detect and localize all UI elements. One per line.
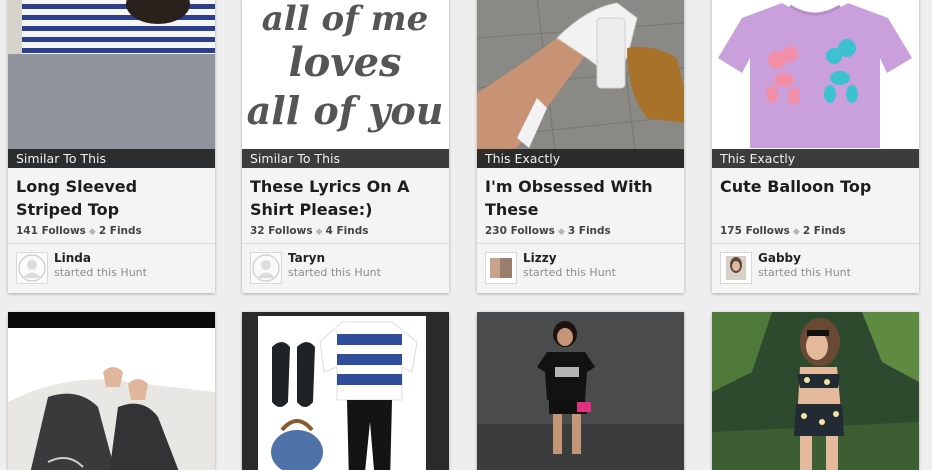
- hunt-image[interactable]: This Exactly: [477, 0, 684, 168]
- author-action: started this Hunt: [523, 266, 616, 279]
- user-photo: [486, 253, 516, 283]
- hunt-author: Linda started this Hunt: [8, 244, 215, 293]
- follows-count: 32 Follows: [250, 225, 313, 237]
- match-type-tag: Similar To This: [242, 149, 449, 168]
- finds-count: 2 Finds: [98, 225, 142, 237]
- hunt-image[interactable]: [242, 312, 449, 470]
- hunt-image[interactable]: [477, 312, 684, 470]
- hunt-author: Gabby started this Hunt: [712, 244, 919, 293]
- sweatpants-photo: [8, 312, 215, 470]
- finds-count: 2 Finds: [802, 225, 846, 237]
- hunt-grid: Similar To This Long Sleeved Striped Top…: [0, 0, 932, 470]
- avatar[interactable]: [720, 252, 752, 284]
- hunt-card[interactable]: This Exactly Cute Balloon Top 175 Follow…: [712, 0, 919, 293]
- wrestler-photo: [477, 312, 684, 470]
- avatar[interactable]: [16, 252, 48, 284]
- hunt-title[interactable]: Long Sleeved Striped Top: [8, 168, 215, 221]
- author-name[interactable]: Gabby: [758, 251, 801, 265]
- follows-count: 175 Follows: [720, 225, 790, 237]
- follows-count: 230 Follows: [485, 225, 555, 237]
- author-name[interactable]: Linda: [54, 251, 91, 265]
- hunt-image[interactable]: [8, 312, 215, 470]
- hunt-stats: 32 Follows ◆ 4 Finds: [242, 221, 449, 241]
- hunt-image[interactable]: [712, 312, 919, 470]
- hunt-card[interactable]: This Exactly I'm Obsessed With These 230…: [477, 0, 684, 293]
- hunt-image[interactable]: This Exactly: [712, 0, 919, 168]
- hunt-author: Lizzy started this Hunt: [477, 244, 684, 293]
- avatar[interactable]: [485, 252, 517, 284]
- author-action: started this Hunt: [288, 266, 381, 279]
- platform-shoes-photo: [477, 0, 684, 168]
- swimsuit-photo: [712, 312, 919, 470]
- hunt-stats: 141 Follows ◆ 2 Finds: [8, 221, 215, 241]
- hunt-image[interactable]: all of me loves all of you Similar To Th…: [242, 0, 449, 168]
- hunt-title[interactable]: These Lyrics On A Shirt Please:): [242, 168, 449, 221]
- hunt-title[interactable]: I'm Obsessed With These: [477, 168, 684, 221]
- match-type-tag: Similar To This: [8, 149, 215, 168]
- lyrics-shirt-photo: all of me loves all of you: [242, 0, 449, 168]
- follows-count: 141 Follows: [16, 225, 86, 237]
- separator-icon: ◆: [88, 227, 96, 237]
- author-action: started this Hunt: [758, 266, 851, 279]
- hunt-card[interactable]: [712, 312, 919, 470]
- finds-count: 4 Finds: [325, 225, 369, 237]
- hunt-author: Taryn started this Hunt: [242, 244, 449, 293]
- striped-top-photo: [8, 0, 215, 168]
- lyrics-line-3: all of you: [247, 88, 444, 133]
- finds-count: 3 Finds: [567, 225, 611, 237]
- match-type-tag: This Exactly: [712, 149, 919, 168]
- lyrics-line-1: all of me: [262, 0, 428, 39]
- hunt-card[interactable]: Similar To This Long Sleeved Striped Top…: [8, 0, 215, 293]
- author-action: started this Hunt: [54, 266, 147, 279]
- outfit-collage-photo: [242, 312, 449, 470]
- default-user-icon: [17, 253, 47, 283]
- author-name[interactable]: Taryn: [288, 251, 325, 265]
- hunt-card[interactable]: [242, 312, 449, 470]
- hunt-card[interactable]: all of me loves all of you Similar To Th…: [242, 0, 449, 293]
- hunt-card[interactable]: [8, 312, 215, 470]
- separator-icon: ◆: [792, 227, 800, 237]
- hunt-title[interactable]: Cute Balloon Top: [712, 168, 919, 221]
- hunt-stats: 175 Follows ◆ 2 Finds: [712, 221, 919, 241]
- default-user-icon: [251, 253, 281, 283]
- match-type-tag: This Exactly: [477, 149, 684, 168]
- hunt-stats: 230 Follows ◆ 3 Finds: [477, 221, 684, 241]
- avatar[interactable]: [250, 252, 282, 284]
- balloon-top-photo: [712, 0, 919, 168]
- separator-icon: ◆: [557, 227, 565, 237]
- lyrics-line-2: loves: [288, 39, 401, 86]
- author-name[interactable]: Lizzy: [523, 251, 557, 265]
- hunt-card[interactable]: [477, 312, 684, 470]
- hunt-image[interactable]: Similar To This: [8, 0, 215, 168]
- separator-icon: ◆: [315, 227, 323, 237]
- user-photo: [721, 253, 751, 283]
